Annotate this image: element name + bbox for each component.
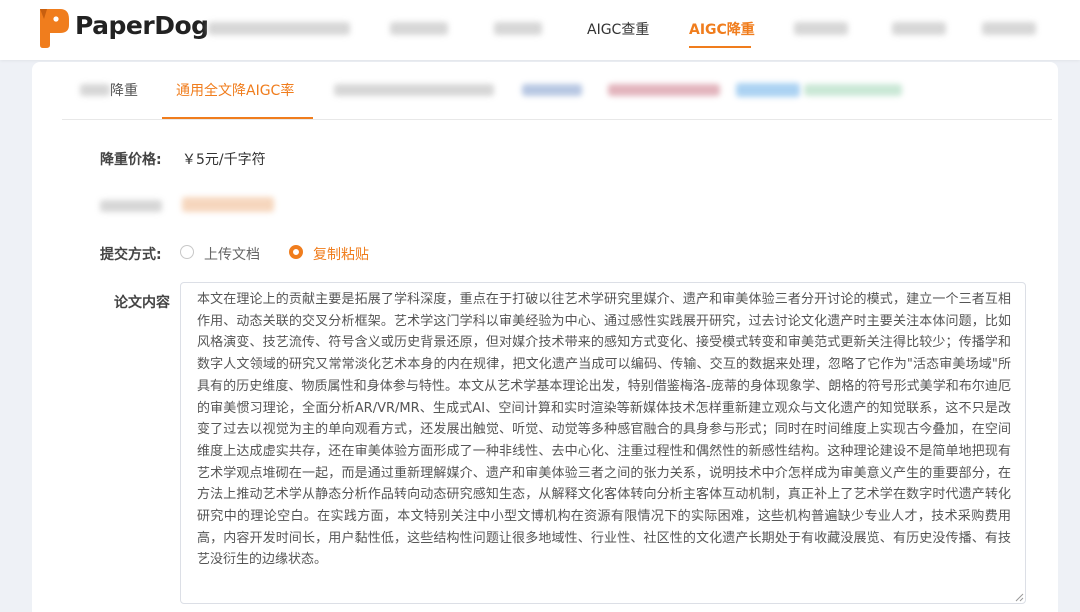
tab-general-aigc-reduce[interactable]: 通用全文降AIGC率	[176, 80, 294, 100]
paste-radio[interactable]	[289, 245, 303, 259]
tab-redacted[interactable]	[804, 84, 902, 96]
content-label: 论文内容	[114, 295, 170, 311]
nav-item-redacted[interactable]	[390, 22, 448, 35]
upload-option-label[interactable]: 上传文档	[204, 244, 260, 264]
nav-item-redacted[interactable]	[208, 22, 350, 35]
main-card: 降重 通用全文降AIGC率 降重价格: ￥5元/千字符 提交方式: 上传文档 复…	[32, 62, 1058, 612]
paper-content-textarea[interactable]: 本文在理论上的贡献主要是拓展了学科深度，重点在于打破以往艺术学研究里媒介、遗产和…	[180, 282, 1026, 604]
top-navbar: PaperDog AIGC查重 AIGC降重	[0, 0, 1080, 60]
tab-redacted[interactable]	[736, 83, 800, 97]
nav-item-redacted[interactable]	[794, 22, 848, 35]
nav-item-redacted[interactable]	[494, 22, 542, 35]
resize-handle-icon[interactable]	[1014, 592, 1024, 602]
tab-redacted[interactable]	[334, 84, 494, 96]
field-label-redacted	[100, 200, 162, 212]
tabs-divider	[62, 119, 1052, 120]
paperdog-logo-icon[interactable]	[36, 5, 70, 49]
nav-item-redacted[interactable]	[892, 22, 946, 35]
price-label: 降重价格:	[100, 152, 162, 168]
nav-active-indicator	[689, 46, 751, 48]
upload-radio[interactable]	[180, 245, 194, 259]
price-value: ￥5元/千字符	[182, 152, 266, 168]
tab-reduce[interactable]: 降重	[110, 80, 138, 100]
tab-label-redacted	[80, 84, 110, 96]
tab-redacted[interactable]	[608, 84, 720, 96]
nav-item-aigc-check[interactable]: AIGC查重	[587, 19, 649, 39]
field-value-redacted	[182, 197, 274, 212]
tab-redacted[interactable]	[522, 84, 582, 96]
nav-item-aigc-reduce[interactable]: AIGC降重	[689, 19, 755, 39]
nav-item-redacted[interactable]	[982, 22, 1036, 35]
brand-name[interactable]: PaperDog	[75, 11, 209, 40]
submit-method-label: 提交方式:	[100, 247, 162, 263]
paste-option-label[interactable]: 复制粘贴	[313, 244, 369, 264]
